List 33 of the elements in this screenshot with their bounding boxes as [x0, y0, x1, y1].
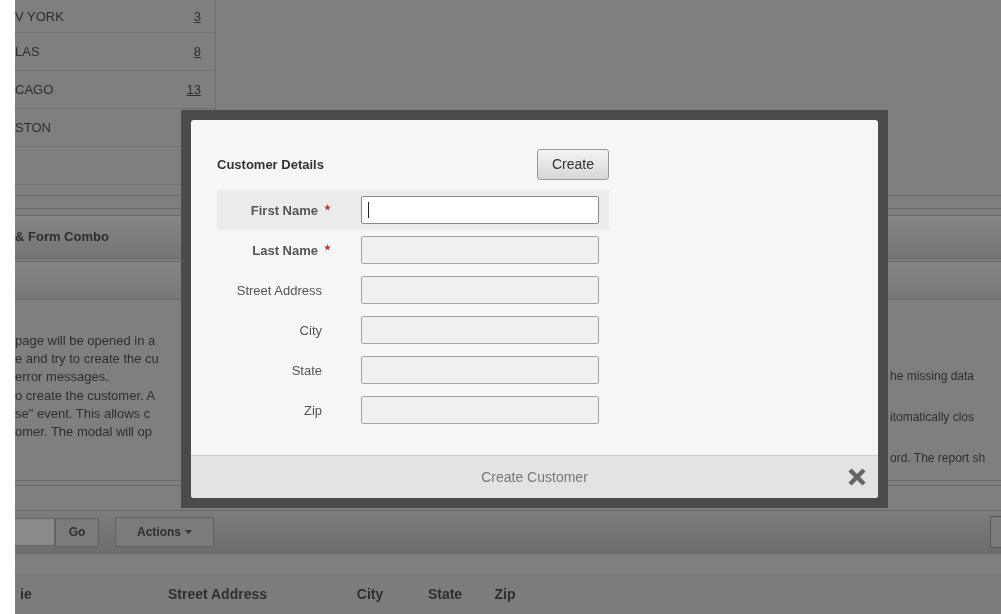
instruction-text: page will be opened in a	[15, 331, 157, 350]
field-label: Street Address	[236, 282, 322, 298]
instruction-text: e and try to create the cu	[15, 350, 159, 369]
instruction-text: itomatically clos	[890, 408, 976, 426]
instruction-text: error messages.	[15, 368, 110, 387]
field-label: City	[299, 322, 322, 338]
dialog-title: Create Customer	[481, 469, 588, 485]
count-link[interactable]: 13	[186, 82, 201, 97]
instruction-text: ord. The report sh	[890, 449, 987, 467]
column-header[interactable]: ie	[15, 585, 110, 602]
instruction-text: omer. The modal will op	[15, 422, 154, 441]
column-header[interactable]: State	[415, 585, 475, 602]
table-cell: CAGO	[15, 82, 54, 97]
count-link[interactable]: 3	[193, 8, 201, 24]
actions-button[interactable]: Actions	[115, 517, 214, 548]
column-header[interactable]: Zip	[475, 585, 535, 602]
field-label: Zip	[303, 402, 322, 418]
region-title: & Form Combo	[15, 229, 109, 245]
create-button[interactable]: Create	[537, 148, 609, 180]
column-header[interactable]: Street Address	[110, 585, 325, 602]
field-label: State	[291, 362, 322, 378]
instruction-text: o create the customer. A	[15, 386, 157, 405]
table-cell: LAS	[15, 44, 40, 59]
table-cell: V YORK	[15, 8, 64, 24]
go-button[interactable]: Go	[55, 517, 99, 547]
column-header[interactable]: City	[325, 585, 415, 602]
instruction-text: he missing data	[890, 367, 976, 385]
instruction-text: se" event. This allows c	[15, 404, 152, 423]
field-label: Last Name	[252, 242, 318, 258]
table-cell: STON	[15, 120, 51, 135]
field-label: First Name	[250, 202, 318, 218]
count-link[interactable]: 8	[193, 44, 201, 59]
region-title: Customer Details	[217, 156, 324, 172]
